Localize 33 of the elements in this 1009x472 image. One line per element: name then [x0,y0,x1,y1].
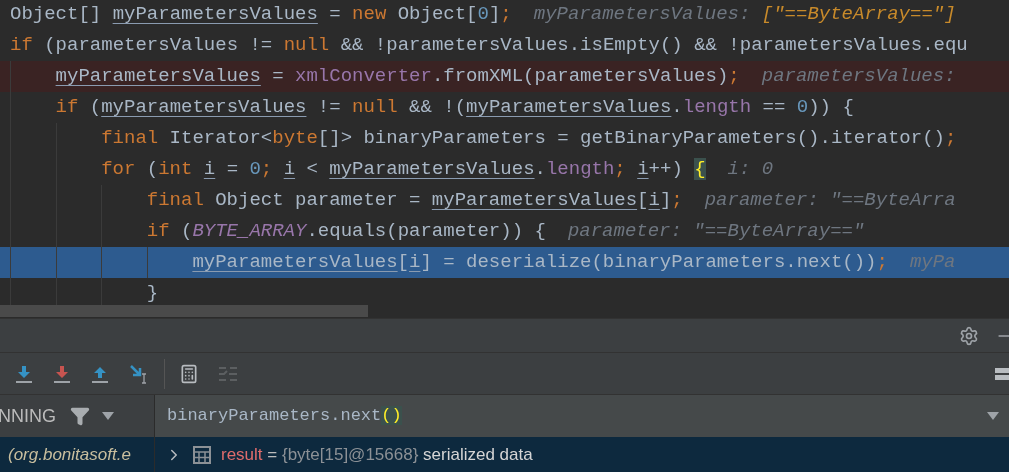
caret-icon[interactable] [987,412,999,420]
expression-field[interactable]: binaryParameters.next() [167,403,402,429]
code-text: if (myParametersValues != null && !(myParametersValues.length == 0)) { [55,95,854,121]
inline-hint: parameter: "==ByteArra [704,188,956,214]
layout-icon[interactable] [995,365,1009,382]
code-text: } [146,281,159,307]
code-text: for (int i = 0; i < myParametersValues.length; i++) { [101,157,706,183]
variable-value: result = {byte[15]@15668} serialized data [221,443,533,466]
code-editor[interactable] [0,0,1009,318]
scrollbar-thumb[interactable] [0,305,368,317]
force-step-into-icon[interactable] [52,363,72,384]
step-over-icon[interactable] [14,363,34,384]
list-toggle-icon [219,365,237,382]
settings-icon[interactable] [959,325,979,346]
code-text: if (parametersValues != null && !parametersValues.isEmpty() && !parametersValues.equ [10,33,968,59]
code-text: myParametersValues[i] = deserialize(binaryParameters.next()); [192,250,888,276]
variable-row[interactable]: result = {byte[15]@15668} serialized data [155,437,1009,472]
table-icon [193,445,211,464]
code-text: final Object parameter = myParametersValues[i]; [146,188,683,214]
calculator-icon[interactable] [179,363,199,384]
caret-icon[interactable] [102,412,114,420]
stack-frame[interactable]: (org.bonitasoft.e [0,437,154,472]
inline-hint: parametersValues: [761,64,956,90]
inline-hint: parameter: "==ByteArray==" [567,219,865,245]
code-text: myParametersValues = xmlConverter.fromXML(parametersValues); [55,64,740,90]
inline-hint: myPa [909,250,956,276]
frames-label: NNING [0,404,56,428]
filter-icon[interactable] [70,406,90,426]
code-text: Object[] myParametersValues = new Object[0]; [10,2,512,28]
inline-hint: myParametersValues: ["==ByteArray=="] [533,2,956,28]
code-text: if (BYTE_ARRAY.equals(parameter)) { [146,219,546,245]
inline-hint: i: 0 [727,157,774,183]
code-text: final Iterator<byte[]> binaryParameters = getBinaryParameters().iterator(); [101,126,957,152]
